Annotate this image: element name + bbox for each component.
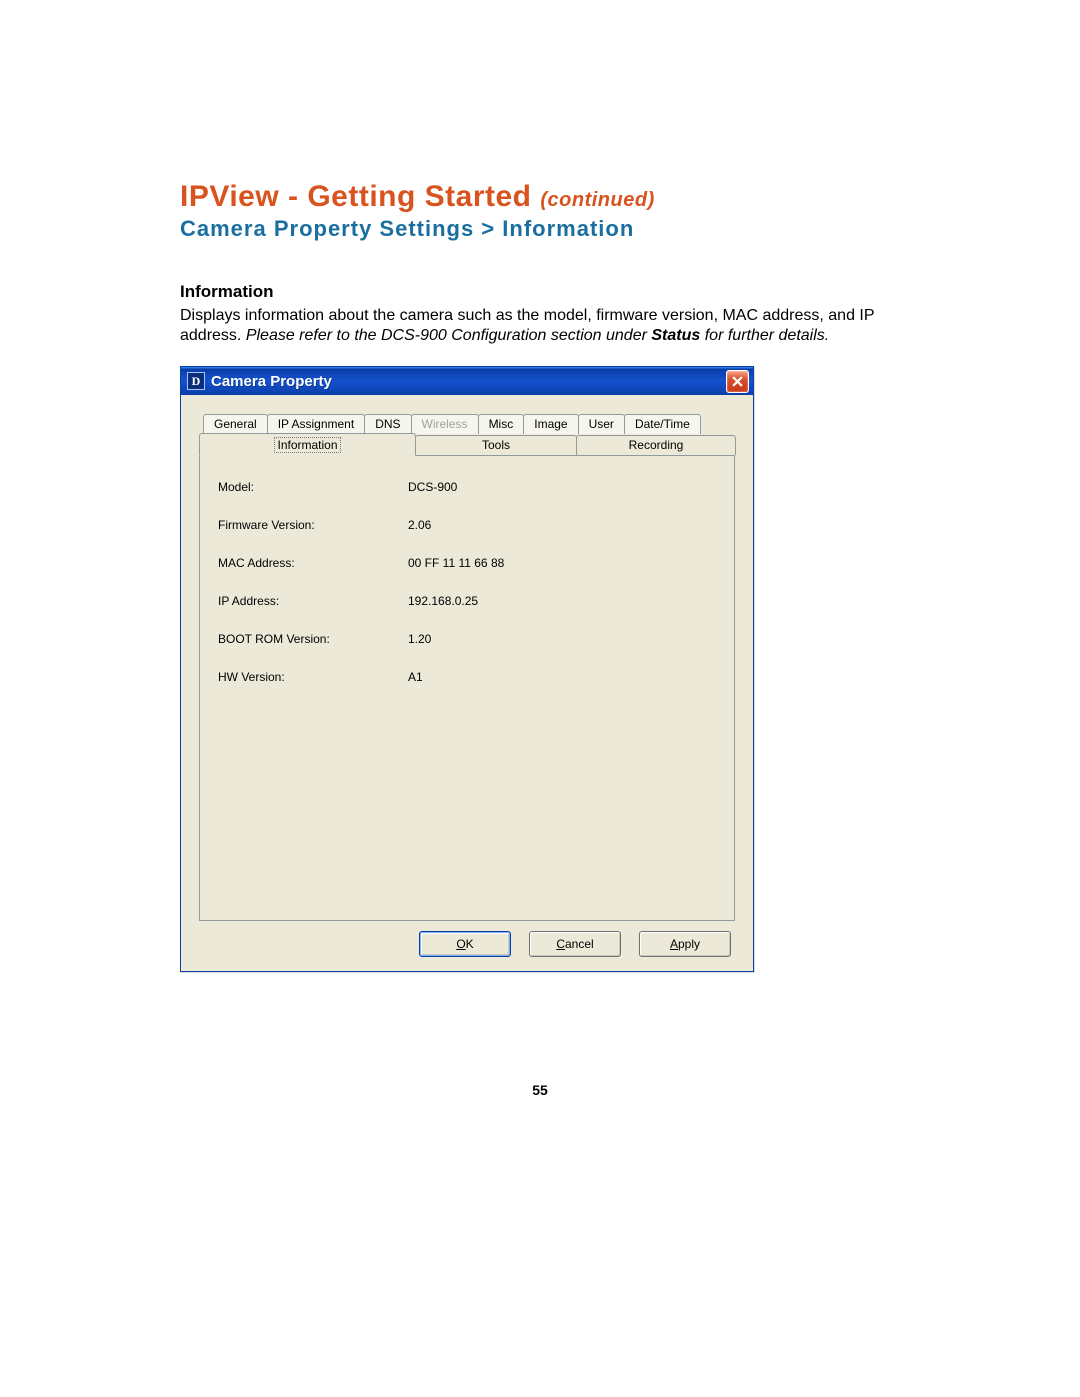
tab-label: DNS [375, 417, 400, 431]
info-key: HW Version: [218, 670, 408, 684]
apply-button[interactable]: Apply [639, 931, 731, 957]
page-number: 55 [180, 1082, 900, 1098]
tab-label: Image [534, 417, 567, 431]
tab-general[interactable]: General [203, 414, 268, 434]
info-key: Model: [218, 480, 408, 494]
heading-continued: (continued) [540, 189, 654, 211]
tab-image[interactable]: Image [523, 414, 578, 434]
ok-access-key: O [456, 937, 465, 951]
info-row-model: Model: DCS-900 [218, 480, 716, 494]
tab-row-front: Information Tools Recording [199, 434, 735, 455]
tab-label: Information [274, 437, 340, 453]
info-key: IP Address: [218, 594, 408, 608]
info-key: MAC Address: [218, 556, 408, 570]
tab-information[interactable]: Information [199, 433, 416, 456]
app-logo-icon: D [187, 372, 205, 390]
cancel-rest: ancel [565, 937, 594, 951]
page-subheading: Camera Property Settings > Information [180, 216, 900, 242]
tab-tools[interactable]: Tools [415, 435, 577, 455]
apply-access-key: A [670, 937, 678, 951]
info-value: 192.168.0.25 [408, 594, 478, 608]
tab-dns[interactable]: DNS [364, 414, 411, 434]
ok-rest: K [466, 937, 474, 951]
close-icon [732, 376, 743, 387]
info-value: 2.06 [408, 518, 431, 532]
tab-date-time[interactable]: Date/Time [624, 414, 701, 434]
tab-label: Date/Time [635, 417, 690, 431]
info-row-hw: HW Version: A1 [218, 670, 716, 684]
tab-misc[interactable]: Misc [478, 414, 525, 434]
info-value: DCS-900 [408, 480, 457, 494]
info-row-firmware: Firmware Version: 2.06 [218, 518, 716, 532]
tab-label: Wireless [422, 417, 468, 431]
app-logo-letter: D [192, 374, 201, 389]
info-row-mac: MAC Address: 00 FF 11 11 66 88 [218, 556, 716, 570]
tab-label: User [589, 417, 614, 431]
tab-wireless: Wireless [411, 414, 479, 434]
tab-label: Tools [482, 438, 510, 452]
dialog-client-area: General IP Assignment DNS Wireless Misc … [181, 395, 753, 971]
tab-label: General [214, 417, 257, 431]
info-value: 00 FF 11 11 66 88 [408, 556, 504, 570]
para-italic-2: for further details. [705, 327, 830, 344]
info-value: A1 [408, 670, 423, 684]
tab-panel-information: Model: DCS-900 Firmware Version: 2.06 MA… [199, 455, 735, 921]
ok-button[interactable]: OK [419, 931, 511, 957]
camera-property-window: D Camera Property General IP Assignment … [180, 366, 754, 972]
cancel-button[interactable]: Cancel [529, 931, 621, 957]
info-row-bootrom: BOOT ROM Version: 1.20 [218, 632, 716, 646]
info-row-ip: IP Address: 192.168.0.25 [218, 594, 716, 608]
tab-label: Misc [489, 417, 514, 431]
para-bold-italic: Status [651, 327, 700, 344]
tab-strip: General IP Assignment DNS Wireless Misc … [199, 413, 735, 921]
page-heading: IPView - Getting Started (continued) [180, 180, 900, 214]
info-value: 1.20 [408, 632, 431, 646]
cancel-access-key: C [556, 937, 565, 951]
section-paragraph: Displays information about the camera su… [180, 306, 900, 346]
tab-user[interactable]: User [578, 414, 625, 434]
tab-label: Recording [629, 438, 684, 452]
window-title: Camera Property [211, 373, 726, 390]
info-key: Firmware Version: [218, 518, 408, 532]
tab-label: IP Assignment [278, 417, 355, 431]
close-button[interactable] [726, 370, 749, 393]
section-title: Information [180, 282, 900, 302]
apply-rest: pply [678, 937, 700, 951]
dialog-button-row: OK Cancel Apply [199, 921, 735, 957]
tab-ip-assignment[interactable]: IP Assignment [267, 414, 366, 434]
tab-row-back: General IP Assignment DNS Wireless Misc … [203, 413, 735, 434]
para-italic-1: Please refer to the DCS-900 Configuratio… [246, 327, 652, 344]
heading-text: IPView - Getting Started [180, 180, 532, 213]
titlebar[interactable]: D Camera Property [181, 367, 753, 395]
info-key: BOOT ROM Version: [218, 632, 408, 646]
tab-recording[interactable]: Recording [576, 435, 736, 455]
